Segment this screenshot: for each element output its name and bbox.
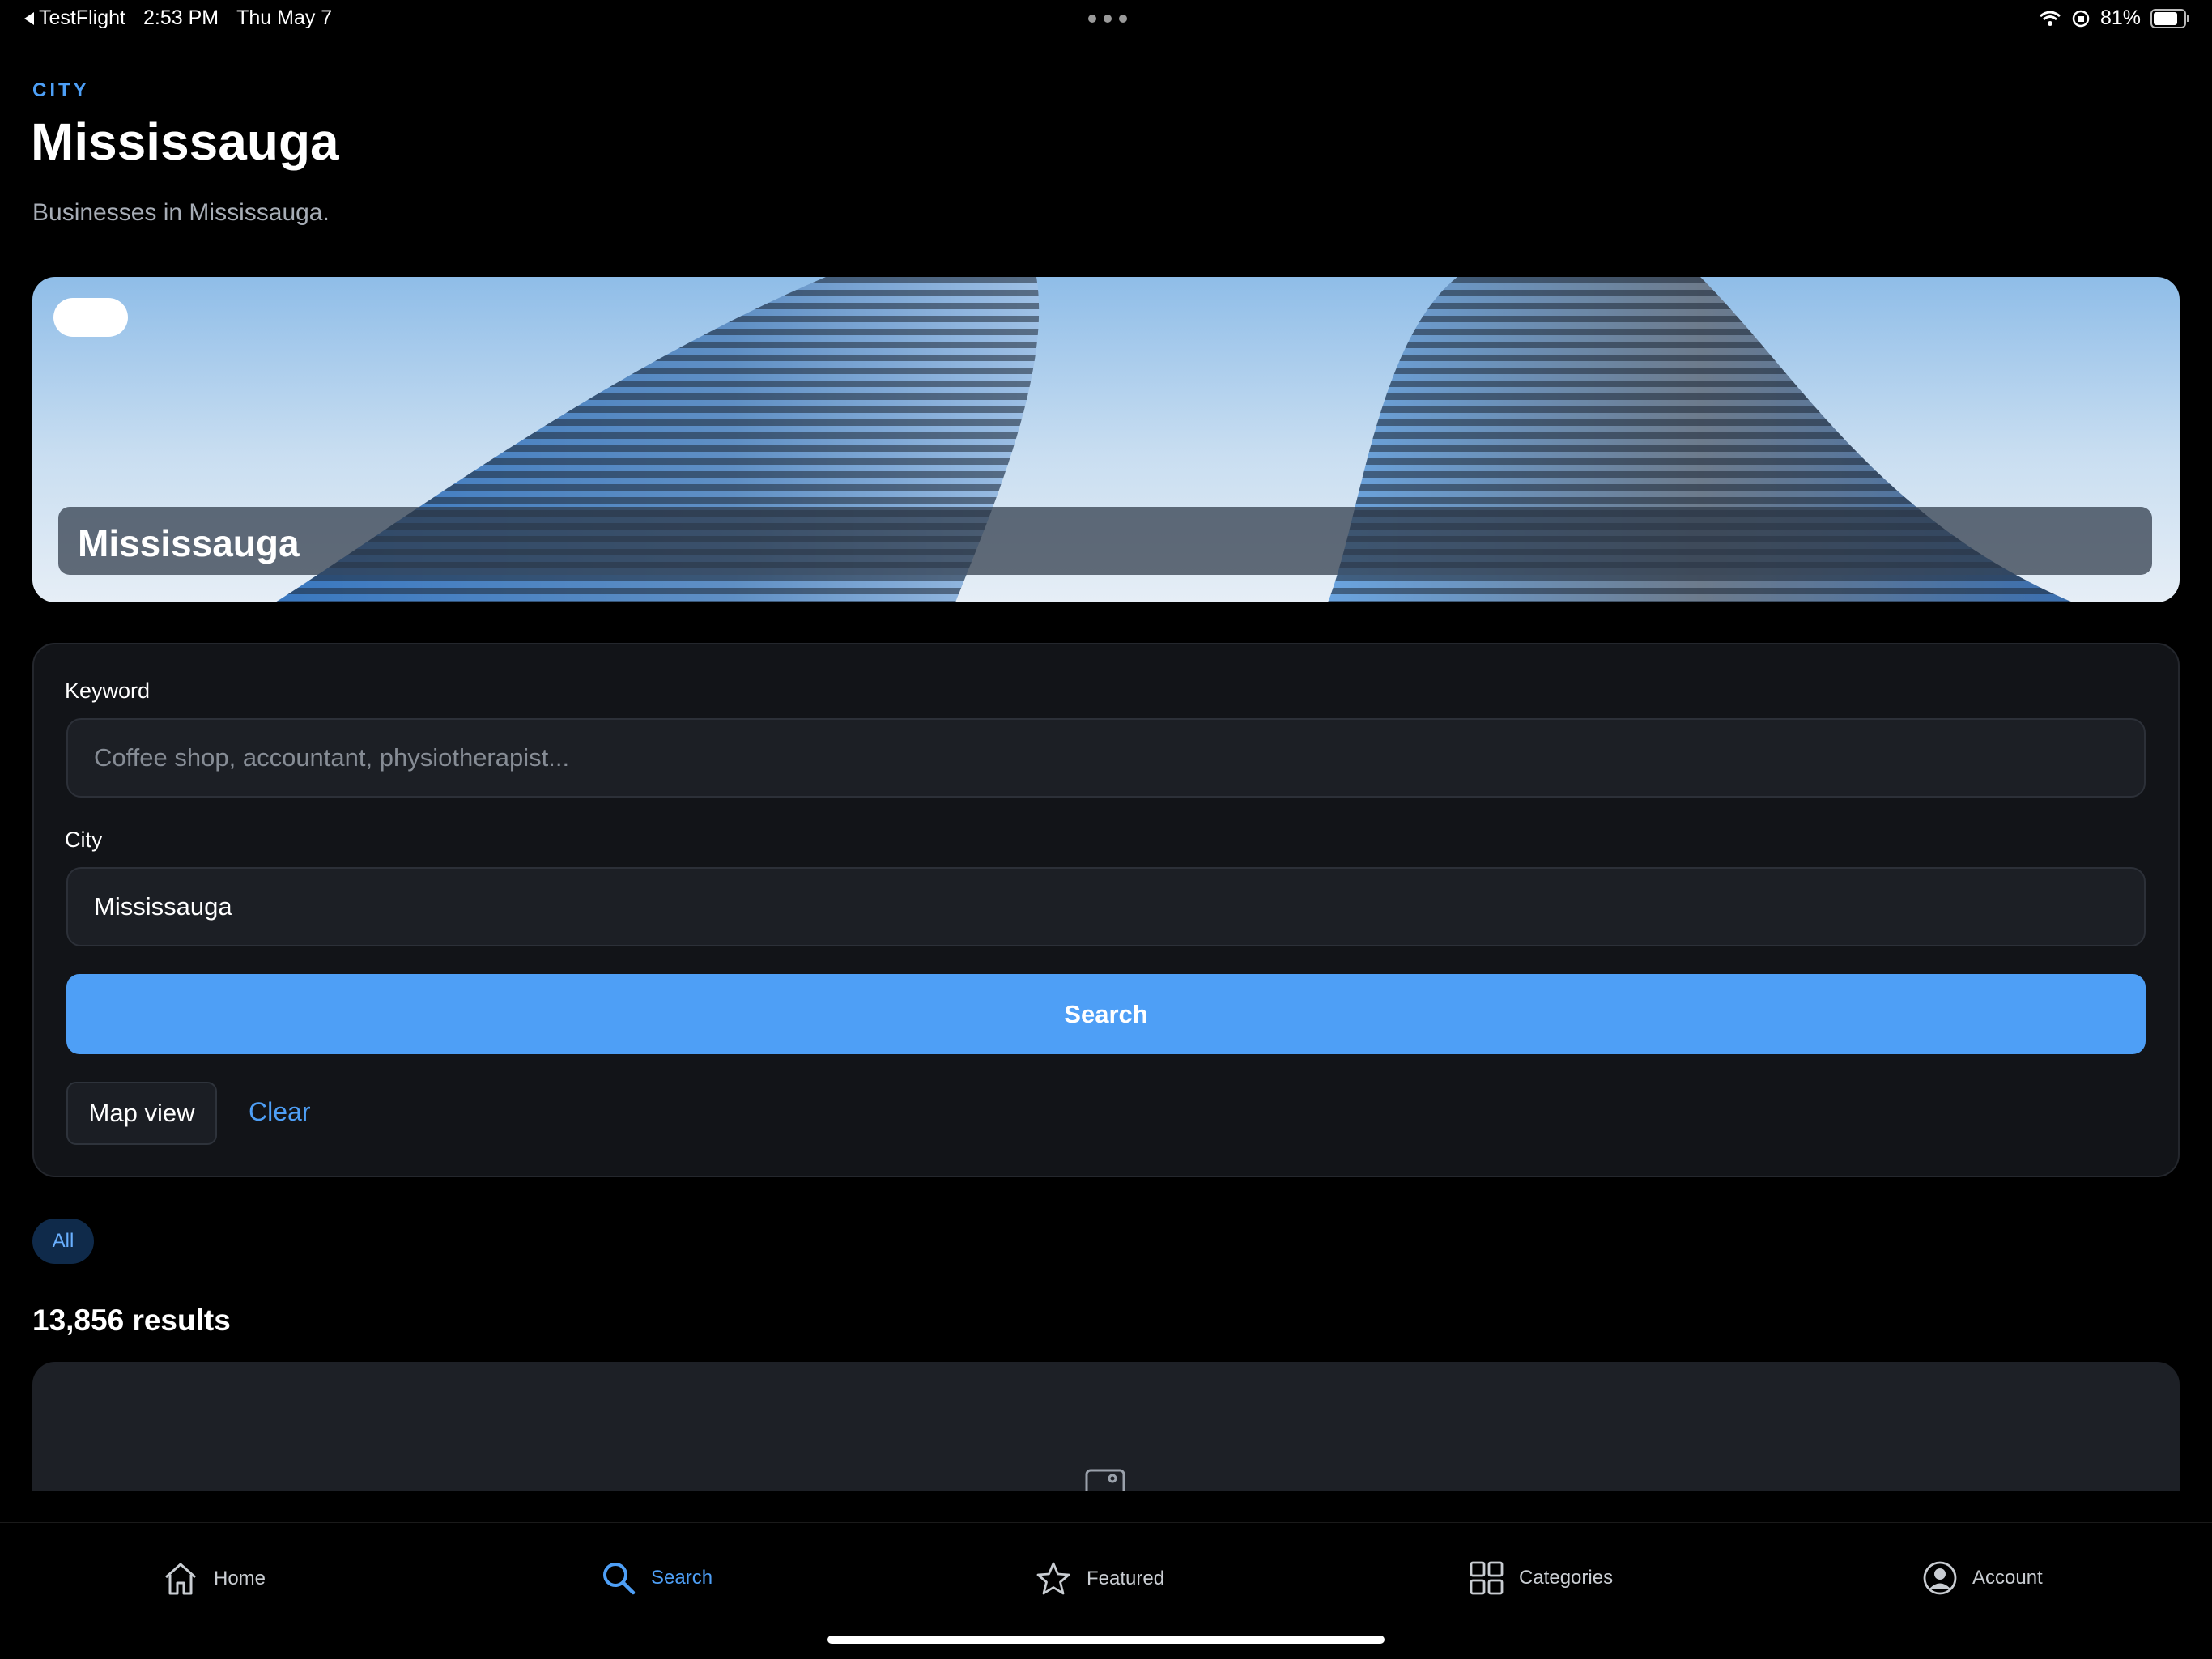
results-count: 13,856 results: [32, 1304, 231, 1337]
tab-label-account: Account: [1972, 1567, 2043, 1589]
home-indicator[interactable]: [827, 1636, 1385, 1644]
city-hero-image: Mississauga: [32, 277, 2180, 602]
clear-link[interactable]: Clear: [249, 1097, 310, 1127]
hero-badge: [53, 298, 128, 337]
map-view-button[interactable]: Map view: [66, 1082, 217, 1145]
tab-label-featured: Featured: [1087, 1568, 1165, 1589]
status-time: 2:53 PM: [143, 6, 219, 29]
filter-chip-all[interactable]: All: [32, 1219, 94, 1264]
page-subtitle: Businesses in Mississauga.: [32, 199, 330, 226]
back-to-app-link[interactable]: TestFlight: [24, 6, 125, 30]
grid-icon: [1470, 1561, 1504, 1595]
tab-featured[interactable]: Featured: [1035, 1560, 1164, 1597]
home-icon: [165, 1563, 196, 1595]
search-button[interactable]: Search: [66, 974, 2146, 1054]
tab-label-home: Home: [214, 1568, 266, 1589]
city-input[interactable]: Mississauga: [66, 867, 2146, 946]
tab-label-categories: Categories: [1519, 1567, 1614, 1589]
tab-label-search: Search: [651, 1567, 713, 1589]
hero-caption-text: Mississauga: [78, 522, 300, 564]
tab-account[interactable]: Account: [1922, 1560, 2043, 1596]
tab-categories[interactable]: Categories: [1469, 1560, 1613, 1596]
battery-icon: [2150, 8, 2189, 28]
search-icon: [603, 1563, 636, 1595]
star-icon: [1036, 1562, 1070, 1595]
page-title: Mississauga: [31, 113, 339, 171]
status-bar: TestFlight 2:53 PM Thu May 7 81%: [0, 0, 2212, 39]
result-card[interactable]: [32, 1362, 2180, 1491]
city-label: City: [65, 827, 103, 852]
account-icon: [1923, 1561, 1957, 1595]
wifi-icon: [2039, 11, 2061, 26]
hero-caption: Mississauga: [58, 507, 2152, 575]
multitasking-dots-icon[interactable]: [1088, 15, 1127, 23]
tab-search[interactable]: Search: [601, 1560, 713, 1596]
keyword-label: Keyword: [65, 678, 151, 703]
orientation-lock-icon: [2072, 10, 2090, 27]
image-placeholder-icon: [1085, 1469, 1125, 1491]
battery-percent: 81%: [2099, 6, 2141, 29]
status-date: Thu May 7: [236, 6, 333, 29]
page-eyebrow: CITY: [32, 79, 90, 101]
tab-home[interactable]: Home: [162, 1560, 266, 1597]
keyword-input[interactable]: Coffee shop, accountant, physiotherapist…: [66, 718, 2146, 798]
